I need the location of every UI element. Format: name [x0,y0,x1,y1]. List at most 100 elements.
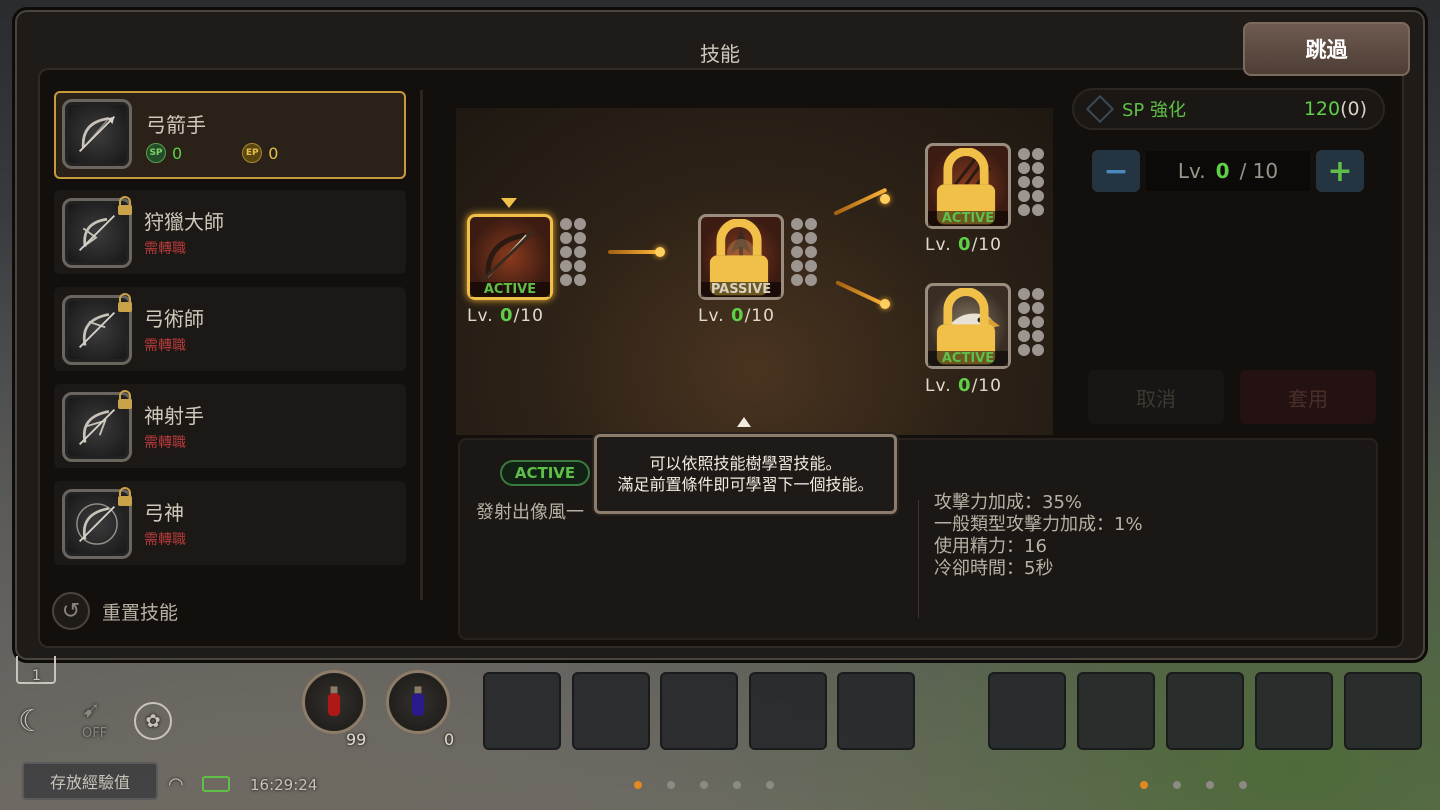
auto-attack-label: OFF [82,726,108,741]
level-dots [791,218,817,286]
skill-node-level: Lv. 0/10 [925,234,1002,255]
job-item-sharpshooter[interactable]: 神射手 需轉職 [54,384,406,468]
level-display: Lv. 0 / 10 [1146,151,1310,191]
job-item-bow-god[interactable]: 弓神 需轉職 [54,481,406,565]
skill-node-multi-shot[interactable]: ACTIVE [925,143,1011,229]
lock-icon [118,390,132,409]
job-requirement: 需轉職 [144,338,186,354]
tree-link-node [655,247,665,257]
tooltip-pointer-icon [737,417,751,427]
job-requirement: 需轉職 [144,241,186,257]
page-dot[interactable] [1140,781,1148,789]
page-dot[interactable] [1239,781,1247,789]
level-dots [560,218,586,286]
skill-node-level: Lv. 0/10 [698,305,775,326]
stat-line: 冷卻時間：5秒 [934,558,1054,579]
skill-type-tag: ACTIVE [928,211,1008,226]
job-name: 弓術師 [144,307,204,331]
stat-line: 一般類型攻擊力加成：1% [934,514,1143,535]
page-dot[interactable] [1173,781,1181,789]
panel-divider [420,90,423,600]
level-dots [1018,288,1044,356]
quick-slot[interactable] [749,672,827,750]
skill-node-level: Lv. 0/10 [925,375,1002,396]
stat-line: 使用精力：16 [934,536,1047,557]
quick-slot[interactable] [572,672,650,750]
detail-divider [918,500,919,618]
skill-node-bow-shot[interactable]: ACTIVE [467,214,553,300]
quick-slot[interactable] [1344,672,1422,750]
page-dot[interactable] [667,781,675,789]
potion-blue-slot[interactable] [386,670,450,734]
tree-link [608,250,660,254]
page-dot[interactable] [700,781,708,789]
sp-enhance-extra: (0) [1340,98,1367,120]
tutorial-tooltip[interactable]: 可以依照技能樹學習技能。 滿足前置條件即可學習下一個技能。 [594,434,897,514]
pet-paw-icon[interactable]: ✿ [134,702,172,740]
sp-enhance-label: SP 強化 [1122,100,1187,121]
job-name: 弓神 [144,501,184,525]
skill-stats: 攻擊力加成：35% 一般類型攻擊力加成：1% 使用精力：16 冷卻時間：5秒 [934,492,1143,580]
skill-node-level: Lv. 0/10 [467,305,544,326]
sp-diamond-icon [1085,94,1115,124]
reset-skills-button[interactable]: ↺ 重置技能 [52,592,178,630]
quick-slot[interactable] [1255,672,1333,750]
page-dot[interactable] [733,781,741,789]
skip-button[interactable]: 跳過 [1243,22,1410,76]
cancel-button[interactable]: 取消 [1088,370,1224,424]
selected-indicator-icon [501,198,517,208]
job-item-archer[interactable]: 弓箭手 SP 0 EP 0 [54,91,406,179]
sleep-moon-icon[interactable]: ☾ [18,704,45,739]
page-dot[interactable] [766,781,774,789]
job-requirement: 需轉職 [144,532,186,548]
ep-value: 0 [268,143,279,163]
tree-link-node [880,194,890,204]
sp-enhance-panel: SP 強化 120 (0) [1072,88,1385,130]
lock-icon [118,196,132,215]
ep-badge-icon: EP [242,143,263,163]
job-requirement: 需轉職 [144,435,186,451]
job-item-hunting-master[interactable]: 狩獵大師 需轉職 [54,190,406,274]
quick-slot[interactable] [1166,672,1244,750]
level-minus-button[interactable]: − [1092,150,1140,192]
tree-link-node [880,299,890,309]
reset-label: 重置技能 [102,601,179,624]
stat-line: 攻擊力加成：35% [934,492,1083,513]
job-item-bow-master[interactable]: 弓術師 需轉職 [54,287,406,371]
job-name: 神射手 [144,404,204,428]
job-name: 狩獵大師 [144,210,224,234]
quick-slot[interactable] [660,672,738,750]
window-title: 技能 [700,42,740,66]
level-current: 0 [1215,159,1230,183]
page-dot[interactable] [634,781,642,789]
potion-red-slot[interactable] [302,670,366,734]
skill-type-tag: ACTIVE [928,351,1008,366]
skill-node-eagle[interactable]: ACTIVE [925,283,1011,369]
job-points: SP 0 EP 0 [146,143,278,163]
battery-icon [202,776,230,792]
level-control: − Lv. 0 / 10 + [1092,150,1364,192]
quick-slot[interactable] [1077,672,1155,750]
level-dots [1018,148,1044,216]
sp-enhance-value: 120 [1303,98,1341,120]
level-plus-button[interactable]: + [1316,150,1364,192]
skill-type-tag: PASSIVE [701,282,781,297]
wifi-icon: ◠ [168,774,184,795]
quick-slot[interactable] [988,672,1066,750]
level-prefix: Lv. [1177,159,1206,183]
clock-time: 16:29:24 [250,776,318,794]
quick-slot[interactable] [483,672,561,750]
page-dot[interactable] [1206,781,1214,789]
auto-attack-icon[interactable]: ➹ [82,698,100,723]
save-exp-button[interactable]: 存放經驗值 [22,762,158,800]
quick-slot[interactable] [837,672,915,750]
archer-job-icon [62,99,132,169]
skill-node-passive[interactable]: PASSIVE [698,214,784,300]
reset-icon: ↺ [52,592,90,630]
tooltip-line: 滿足前置條件即可學習下一個技能。 [617,475,874,494]
skill-type-pill: ACTIVE [500,460,590,486]
sp-value: 0 [172,143,183,163]
apply-button[interactable]: 套用 [1240,370,1376,424]
level-max: / 10 [1239,159,1279,183]
tooltip-line: 可以依照技能樹學習技能。 [649,454,842,473]
